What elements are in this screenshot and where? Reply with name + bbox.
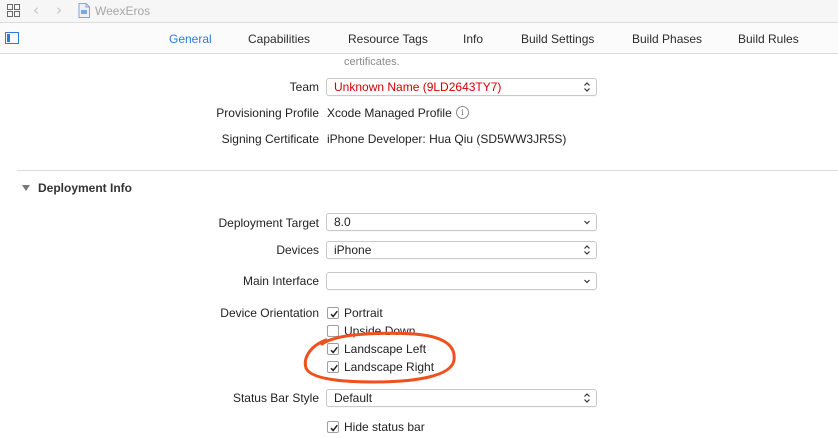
annotation-circle xyxy=(303,331,456,384)
general-settings-panel: certificates. Team Unknown Name (9LD2643… xyxy=(0,54,838,438)
deployment-info-title[interactable]: Deployment Info xyxy=(38,181,132,195)
checkmark-icon xyxy=(329,346,338,354)
tab-info[interactable]: Info xyxy=(463,32,483,46)
portrait-label[interactable]: Portrait xyxy=(344,306,383,320)
device-orientation-label: Device Orientation xyxy=(220,306,319,320)
team-select[interactable]: Unknown Name (9LD2643TY7) xyxy=(326,78,597,96)
checkmark-icon xyxy=(329,364,338,372)
sidebar-toggle-icon[interactable] xyxy=(5,32,19,44)
grid-icon[interactable] xyxy=(7,4,20,17)
certificates-note: certificates. xyxy=(344,56,400,68)
status-bar-style-label: Status Bar Style xyxy=(232,391,319,405)
section-divider xyxy=(17,170,838,171)
info-icon[interactable]: i xyxy=(456,106,469,119)
popup-chevron-icon xyxy=(584,82,590,92)
file-icon xyxy=(78,3,90,18)
chevron-down-icon[interactable] xyxy=(583,275,591,287)
main-interface-label: Main Interface xyxy=(242,274,319,288)
deployment-target-combo[interactable]: 8.0 xyxy=(326,213,597,231)
provisioning-profile-value: Xcode Managed Profile xyxy=(327,106,452,120)
tab-capabilities[interactable]: Capabilities xyxy=(248,32,310,46)
signing-certificate-value: iPhone Developer: Hua Qiu (SD5WW3JR5S) xyxy=(327,132,567,146)
devices-value: iPhone xyxy=(334,243,372,257)
breadcrumb[interactable]: WeexEros xyxy=(95,4,150,18)
popup-chevron-icon xyxy=(584,393,590,403)
provisioning-profile-label: Provisioning Profile xyxy=(216,106,319,120)
landscape-left-checkbox[interactable] xyxy=(327,343,339,355)
tab-build-rules[interactable]: Build Rules xyxy=(738,32,799,46)
landscape-right-checkbox[interactable] xyxy=(327,361,339,373)
chevron-left-icon[interactable]: ‹ xyxy=(33,2,39,18)
deployment-target-label: Deployment Target xyxy=(218,216,320,230)
tab-build-phases[interactable]: Build Phases xyxy=(632,32,702,46)
disclosure-triangle-icon[interactable] xyxy=(21,183,31,193)
tab-bar: General Capabilities Resource Tags Info … xyxy=(0,23,838,54)
portrait-checkbox[interactable] xyxy=(327,307,339,319)
team-select-value: Unknown Name (9LD2643TY7) xyxy=(334,80,502,94)
chevron-right-icon[interactable]: › xyxy=(56,2,62,18)
upside-down-label[interactable]: Upside Down xyxy=(344,324,415,338)
signing-certificate-label: Signing Certificate xyxy=(221,132,319,146)
checkmark-icon xyxy=(329,310,338,318)
upside-down-checkbox[interactable] xyxy=(327,325,339,337)
tab-resource-tags[interactable]: Resource Tags xyxy=(348,32,428,46)
team-label: Team xyxy=(289,80,319,94)
status-bar-style-select[interactable]: Default xyxy=(326,389,597,407)
landscape-left-label[interactable]: Landscape Left xyxy=(344,342,426,356)
checkmark-icon xyxy=(329,424,338,432)
devices-label: Devices xyxy=(276,243,319,257)
deployment-target-value: 8.0 xyxy=(334,215,351,229)
popup-chevron-icon xyxy=(584,245,590,255)
title-bar: ‹ › WeexEros xyxy=(0,0,838,23)
landscape-right-label[interactable]: Landscape Right xyxy=(344,360,434,374)
status-bar-style-value: Default xyxy=(334,391,373,405)
devices-select[interactable]: iPhone xyxy=(326,241,597,259)
main-interface-combo[interactable] xyxy=(326,272,597,290)
tab-build-settings[interactable]: Build Settings xyxy=(521,32,594,46)
hide-status-bar-checkbox[interactable] xyxy=(327,421,339,433)
hide-status-bar-label[interactable]: Hide status bar xyxy=(344,420,425,434)
tab-general[interactable]: General xyxy=(169,32,212,46)
chevron-down-icon[interactable] xyxy=(583,216,591,228)
